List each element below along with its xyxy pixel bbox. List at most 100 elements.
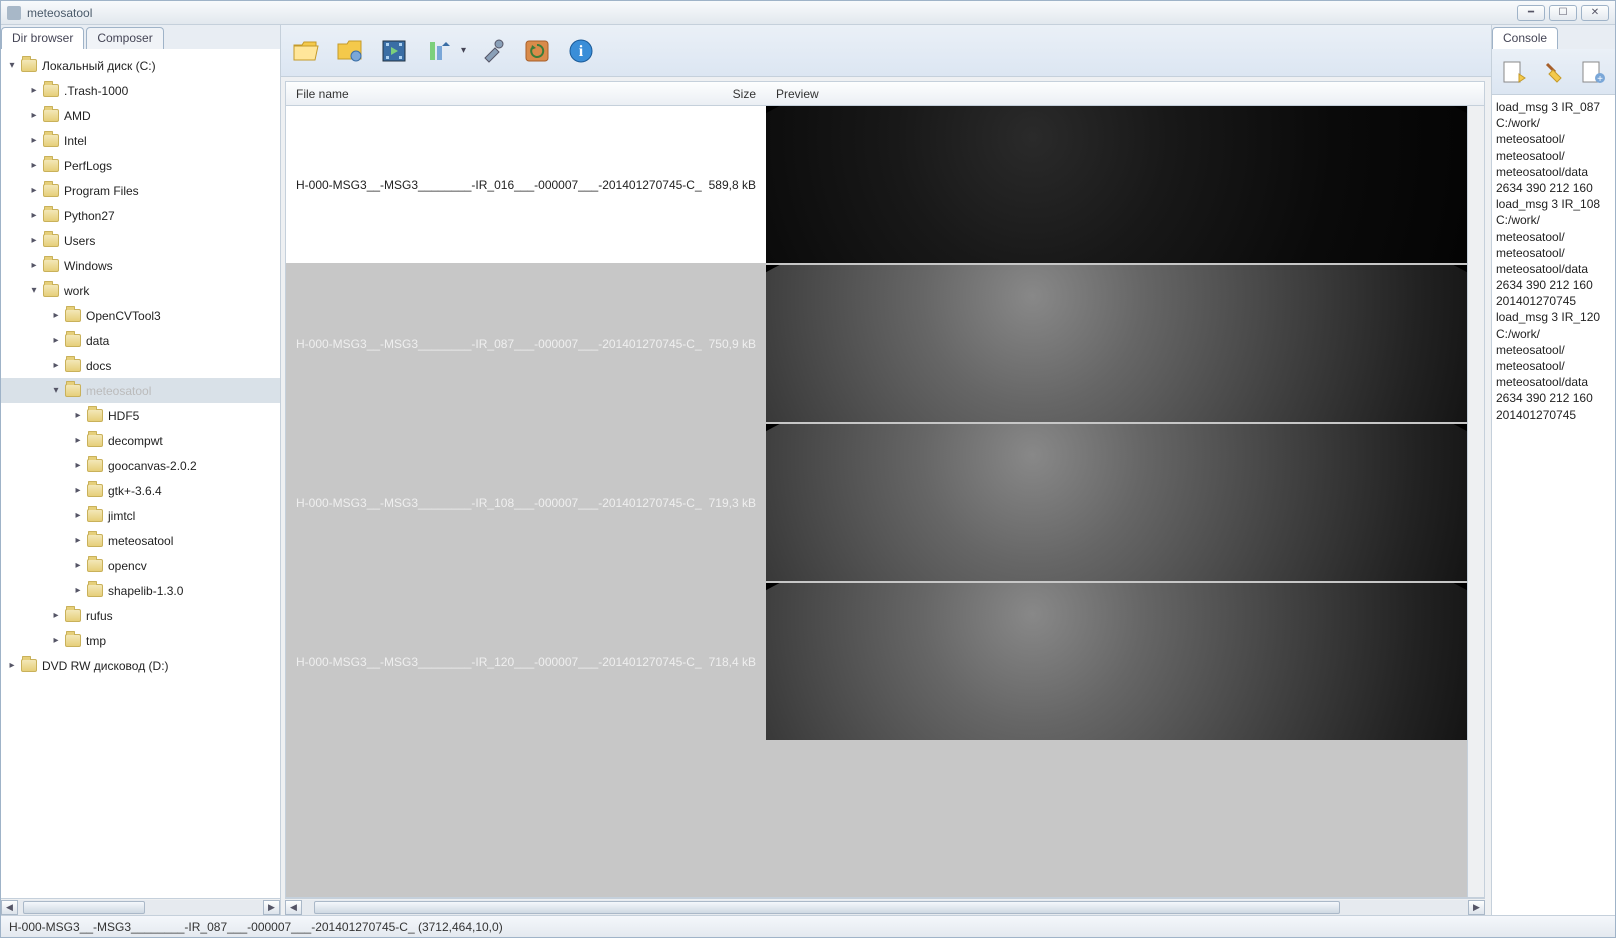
tab-composer[interactable]: Composer [86, 27, 163, 49]
titlebar: meteosatool ━ ☐ ✕ [1, 1, 1615, 25]
tree-item[interactable]: ▸PerfLogs [1, 153, 280, 178]
tree-item[interactable]: ▸docs [1, 353, 280, 378]
tree-item[interactable]: ▸rufus [1, 603, 280, 628]
console-save-button[interactable]: + [1577, 57, 1609, 87]
tree-item[interactable]: ▸DVD RW дисковод (D:) [1, 653, 280, 678]
expander-icon[interactable]: ▸ [71, 510, 85, 521]
file-hscrollbar[interactable]: ◀ ▶ [285, 898, 1485, 915]
open-folder-button[interactable] [289, 34, 323, 68]
scroll-thumb[interactable] [23, 901, 146, 914]
col-filename[interactable]: File name [286, 87, 706, 101]
tree-item[interactable]: ▸HDF5 [1, 403, 280, 428]
expander-icon[interactable]: ▸ [27, 110, 41, 121]
tab-console[interactable]: Console [1492, 27, 1558, 49]
tree-item[interactable]: ▾meteosatool [1, 378, 280, 403]
tree-item[interactable]: ▸opencv [1, 553, 280, 578]
expander-icon[interactable]: ▸ [49, 360, 63, 371]
recycle-button[interactable] [520, 34, 554, 68]
expander-icon[interactable]: ▸ [27, 135, 41, 146]
tree-item[interactable]: ▸Python27 [1, 203, 280, 228]
folder-icon [43, 134, 59, 147]
tree-item[interactable]: ▸gtk+-3.6.4 [1, 478, 280, 503]
expander-icon[interactable]: ▸ [27, 160, 41, 171]
maximize-button[interactable]: ☐ [1549, 5, 1577, 21]
expander-icon[interactable]: ▸ [71, 435, 85, 446]
file-row[interactable]: H-000-MSG3__-MSG3________-IR_120___-0000… [286, 583, 1467, 742]
tree-item[interactable]: ▸ AMD [1, 103, 280, 128]
tree-item[interactable]: ▾Локальный диск (C:) [1, 53, 280, 78]
expander-icon[interactable]: ▾ [5, 60, 19, 71]
left-tabbar: Dir browser Composer [1, 25, 280, 49]
minimize-button[interactable]: ━ [1517, 5, 1545, 21]
console-run-button[interactable] [1498, 57, 1530, 87]
folder-gear-button[interactable] [333, 34, 367, 68]
tree-item[interactable]: ▸Users [1, 228, 280, 253]
tree-hscrollbar[interactable]: ◀ ▶ [1, 898, 280, 915]
expander-icon[interactable]: ▾ [27, 285, 41, 296]
expander-icon[interactable]: ▸ [71, 410, 85, 421]
tree-item[interactable]: ▸jimtcl [1, 503, 280, 528]
tree-item[interactable]: ▸Program Files [1, 178, 280, 203]
file-row[interactable]: H-000-MSG3__-MSG3________-IR_087___-0000… [286, 265, 1467, 424]
expander-icon[interactable]: ▸ [27, 185, 41, 196]
file-vscrollbar[interactable] [1467, 106, 1484, 897]
close-button[interactable]: ✕ [1581, 5, 1609, 21]
expander-icon[interactable]: ▸ [71, 485, 85, 496]
scroll-left-icon[interactable]: ◀ [1, 900, 18, 915]
console-line: meteosatool/ [1496, 245, 1611, 261]
scroll-track[interactable] [18, 900, 263, 915]
scroll-left-icon[interactable]: ◀ [285, 900, 302, 915]
tree-item[interactable]: ▾work [1, 278, 280, 303]
expander-icon[interactable]: ▸ [71, 585, 85, 596]
expander-icon[interactable]: ▸ [5, 660, 19, 671]
expander-icon[interactable]: ▸ [71, 535, 85, 546]
expander-icon[interactable]: ▸ [49, 310, 63, 321]
console-log[interactable]: load_msg 3 IR_087C:/work/meteosatool/met… [1492, 95, 1615, 915]
console-clear-button[interactable] [1538, 57, 1570, 87]
tree-item[interactable]: ▸OpenCVTool3 [1, 303, 280, 328]
tab-dir-browser[interactable]: Dir browser [1, 27, 84, 49]
tree-item[interactable]: ▸Intel [1, 128, 280, 153]
tools-button[interactable] [476, 34, 510, 68]
directory-tree[interactable]: ▾Локальный диск (C:)▸.Trash-1000▸AMD▸Int… [1, 49, 280, 898]
expander-icon[interactable]: ▸ [27, 210, 41, 221]
file-name: H-000-MSG3__-MSG3________-IR_016___-0000… [286, 178, 706, 192]
dropdown-arrow-icon[interactable]: ▾ [461, 45, 466, 56]
tree-item[interactable]: ▸meteosatool [1, 528, 280, 553]
expander-icon[interactable]: ▾ [49, 385, 63, 396]
col-preview[interactable]: Preview [766, 87, 1484, 101]
expander-icon[interactable]: ▸ [27, 235, 41, 246]
film-button[interactable] [377, 34, 411, 68]
scroll-right-icon[interactable]: ▶ [263, 900, 280, 915]
console-line: meteosatool/ [1496, 148, 1611, 164]
expander-icon[interactable]: ▸ [49, 635, 63, 646]
tree-item[interactable]: ▸ tmp [1, 628, 280, 653]
info-button[interactable]: i [564, 34, 598, 68]
tree-item-label: AMD [64, 109, 91, 123]
col-size[interactable]: Size [706, 87, 766, 101]
expander-icon[interactable]: ▸ [71, 560, 85, 571]
expander-icon[interactable]: ▸ [49, 335, 63, 346]
tree-item[interactable]: ▸shapelib-1.3.0 [1, 578, 280, 603]
expander-icon[interactable]: ▸ [27, 85, 41, 96]
svg-text:+: + [1597, 74, 1603, 84]
scroll-track[interactable] [302, 900, 1468, 915]
scroll-right-icon[interactable]: ▶ [1468, 900, 1485, 915]
folder-icon [43, 284, 59, 297]
file-list[interactable]: H-000-MSG3__-MSG3________-IR_016___-0000… [286, 106, 1467, 897]
console-line: meteosatool/data [1496, 374, 1611, 390]
sort-button[interactable] [421, 34, 455, 68]
file-row[interactable]: H-000-MSG3__-MSG3________-IR_108___-0000… [286, 424, 1467, 583]
tree-item-label: tmp [86, 634, 106, 648]
expander-icon[interactable]: ▸ [71, 460, 85, 471]
tree-item[interactable]: ▸data [1, 328, 280, 353]
tree-item[interactable]: ▸.Trash-1000 [1, 78, 280, 103]
expander-icon[interactable]: ▸ [27, 260, 41, 271]
tree-item[interactable]: ▸goocanvas-2.0.2 [1, 453, 280, 478]
expander-icon[interactable]: ▸ [49, 610, 63, 621]
scroll-thumb[interactable] [314, 901, 1340, 914]
tree-item[interactable]: ▸decompwt [1, 428, 280, 453]
file-row[interactable]: H-000-MSG3__-MSG3________-IR_016___-0000… [286, 106, 1467, 265]
tree-item[interactable]: ▸Windows [1, 253, 280, 278]
page-plus-icon: + [1580, 60, 1606, 84]
